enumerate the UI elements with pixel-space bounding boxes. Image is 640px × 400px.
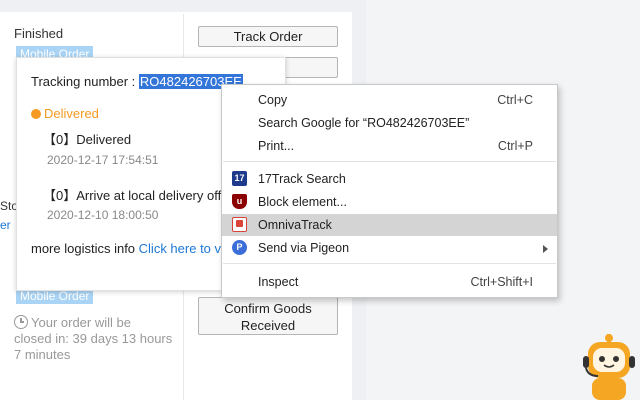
omniva-icon — [232, 217, 247, 232]
mascot-eye-right — [613, 356, 619, 362]
more-logistics-link[interactable]: Click here to vie — [139, 241, 231, 256]
tracking-number-label: Tracking number : — [31, 74, 139, 89]
more-logistics-row: more logistics info Click here to vie — [31, 241, 231, 256]
confirm-button-line2: Received — [240, 318, 296, 333]
menu-item-inspect-shortcut: Ctrl+Shift+I — [470, 275, 533, 289]
robot-mascot-icon[interactable] — [580, 334, 638, 400]
mascot-body — [592, 378, 626, 400]
menu-item-copy[interactable]: Copy Ctrl+C — [222, 89, 557, 111]
menu-separator — [223, 161, 556, 162]
menu-item-print-shortcut: Ctrl+P — [497, 139, 533, 153]
countdown-line1: Your order will be — [31, 315, 131, 330]
status-dot-icon — [31, 109, 41, 119]
menu-item-search-google[interactable]: Search Google for “RO482426703EE” — [222, 112, 557, 134]
menu-item-17track[interactable]: 17 17Track Search — [222, 168, 557, 190]
menu-item-search-label: Search Google for “RO482426703EE” — [258, 116, 470, 130]
menu-item-block-element[interactable]: u Block element... — [222, 191, 557, 213]
mascot-ear-left — [583, 356, 589, 368]
track-order-button[interactable]: Track Order — [198, 26, 338, 47]
clock-icon — [14, 315, 28, 329]
tracking-event-1-time: 2020-12-17 17:54:51 — [47, 153, 159, 167]
menu-item-print[interactable]: Print... Ctrl+P — [222, 135, 557, 157]
mascot-antenna-tip — [605, 334, 613, 342]
submenu-arrow-icon — [543, 245, 548, 253]
confirm-button-line1: Confirm Goods — [224, 301, 312, 316]
menu-item-inspect[interactable]: Inspect Ctrl+Shift+I — [222, 271, 557, 293]
order-countdown: Your order will be closed in: 39 days 13… — [14, 315, 184, 363]
more-logistics-label: more logistics info — [31, 241, 139, 256]
store-link-fragment[interactable]: er — [0, 218, 11, 232]
tracking-event-1: 【0】Delivered — [43, 132, 132, 147]
menu-item-pigeon-label: Send via Pigeon — [258, 241, 350, 255]
menu-item-inspect-label: Inspect — [258, 275, 299, 289]
menu-item-send-via-pigeon[interactable]: P Send via Pigeon — [222, 237, 557, 259]
menu-item-block-label: Block element... — [258, 195, 347, 209]
menu-item-17track-label: 17Track Search — [258, 172, 346, 186]
tracking-event-2: 【0】Arrive at local delivery offi — [43, 188, 225, 203]
top-strip — [0, 0, 352, 12]
context-menu: Copy Ctrl+C Search Google for “RO4824267… — [221, 84, 558, 298]
mascot-ear-right — [629, 356, 635, 368]
ublock-icon: u — [232, 194, 247, 209]
pigeon-icon: P — [232, 240, 247, 255]
mascot-eye-left — [599, 356, 605, 362]
countdown-line2: closed in: 39 days 13 hours — [14, 331, 173, 346]
17track-icon: 17 — [232, 171, 247, 186]
menu-item-copy-label: Copy — [258, 93, 288, 107]
mascot-face — [593, 348, 625, 372]
delivery-status-label: Delivered — [44, 106, 99, 121]
confirm-goods-button[interactable]: Confirm Goods Received — [198, 297, 338, 335]
delivery-status: Delivered — [31, 106, 99, 121]
menu-item-print-label: Print... — [258, 139, 295, 153]
tracking-event-2-time: 2020-12-10 18:00:50 — [47, 208, 159, 222]
countdown-line3: 7 minutes — [14, 347, 71, 362]
menu-item-copy-shortcut: Ctrl+C — [497, 93, 533, 107]
tracking-number-row: Tracking number : RO482426703EE — [31, 74, 243, 89]
menu-item-omniva-label: OmnivaTrack — [258, 218, 332, 232]
menu-item-omnivatrack[interactable]: OmnivaTrack — [222, 214, 557, 236]
order-status: Finished — [14, 26, 64, 41]
menu-separator-2 — [223, 263, 556, 264]
